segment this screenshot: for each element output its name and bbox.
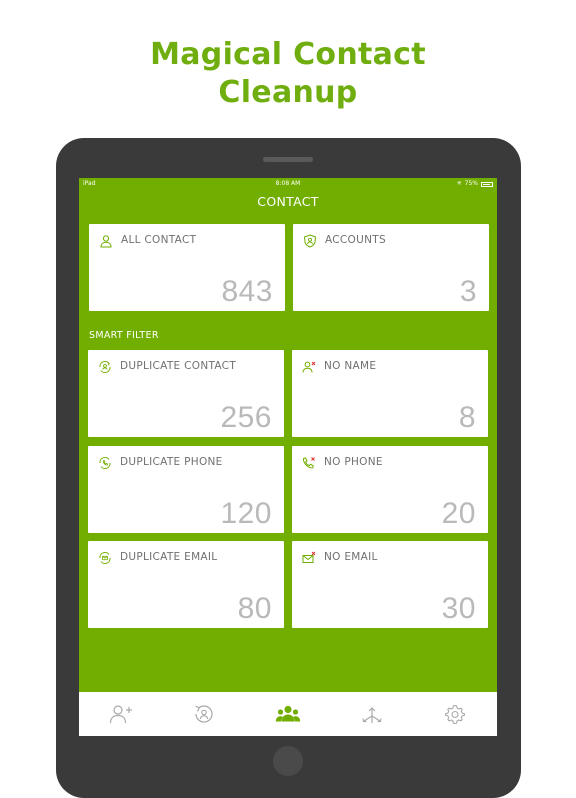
card-value: 843 [221,275,273,308]
card-label: ACCOUNTS [325,234,386,246]
ipad-frame: iPad 8:08 AM ✳ 75% CONTACT ALL CONTACT 8… [56,138,521,798]
card-value: 8 [458,401,476,434]
app-screen: iPad 8:08 AM ✳ 75% CONTACT ALL CONTACT 8… [79,178,497,736]
card-value: 30 [441,592,476,625]
duplicate-phone-icon [99,456,111,470]
card-value: 20 [441,497,476,530]
no-name-icon [302,361,316,373]
settings-gear-icon [445,704,466,725]
card-label: DUPLICATE PHONE [120,456,223,468]
page-title: CONTACT [257,194,319,209]
card-label: NO EMAIL [324,551,378,563]
card-label: NO NAME [324,360,377,372]
card-label: DUPLICATE EMAIL [120,551,218,563]
card-value: 80 [237,592,272,625]
card-value: 3 [459,275,477,308]
accounts-card[interactable]: ACCOUNTS 3 [293,224,489,311]
marketing-headline: Magical Contact Cleanup [0,36,576,112]
duplicate-contact-card[interactable]: DUPLICATE CONTACT 256 [88,350,284,437]
tab-settings[interactable] [413,692,497,736]
add-contact-icon [109,705,132,724]
battery-icon [481,181,493,187]
no-phone-card[interactable]: NO PHONE 20 [292,446,488,533]
card-label: DUPLICATE CONTACT [120,360,237,372]
status-right-group: ✳ 75% [457,178,493,190]
battery-percent: 75% [464,180,478,187]
bluetooth-icon: ✳ [456,180,462,187]
tab-bar [79,692,497,736]
duplicate-contact-icon [99,360,111,374]
all-contact-card[interactable]: ALL CONTACT 843 [89,224,285,311]
smart-filter-heading: SMART FILTER [89,330,159,341]
tab-backup-restore[interactable] [163,692,247,736]
status-time: 8:08 AM [275,180,301,187]
card-value: 256 [220,401,272,434]
headline-line-1: Magical Contact [150,37,426,72]
person-icon [100,235,112,248]
backup-restore-icon [195,705,213,723]
headline-line-2: Cleanup [218,75,358,110]
status-bar: iPad 8:08 AM ✳ 75% [79,178,497,190]
duplicate-phone-card[interactable]: DUPLICATE PHONE 120 [88,446,284,533]
merge-icon [362,707,382,723]
contacts-group-icon [275,705,301,722]
card-label: ALL CONTACT [121,234,197,246]
no-email-icon [302,551,316,563]
duplicate-email-card[interactable]: DUPLICATE EMAIL 80 [88,541,284,628]
device-speaker [263,157,313,162]
tab-merge[interactable] [330,692,414,736]
no-email-card[interactable]: NO EMAIL 30 [292,541,488,628]
no-name-card[interactable]: NO NAME 8 [292,350,488,437]
home-button[interactable] [273,746,303,776]
account-shield-icon [303,234,317,248]
card-label: NO PHONE [324,456,383,468]
tab-contacts[interactable] [246,692,330,736]
duplicate-email-icon [99,551,111,565]
tab-add-contact[interactable] [79,692,163,736]
card-value: 120 [220,497,272,530]
no-phone-icon [303,457,315,469]
